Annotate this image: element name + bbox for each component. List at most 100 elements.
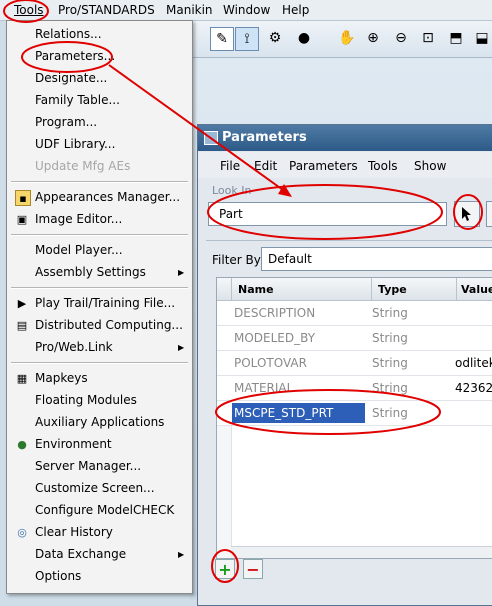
zoom-out-icon[interactable]: ⊖ xyxy=(390,27,412,49)
submenu-arrow-icon: ▶ xyxy=(178,550,185,559)
menu-item-environment[interactable]: Environment xyxy=(35,437,112,451)
select-model-button[interactable] xyxy=(454,201,480,227)
column-header-name[interactable]: Name xyxy=(232,278,372,301)
table-row[interactable]: MATERIAL String 423622 xyxy=(217,376,492,401)
param-name: MODELED_BY xyxy=(234,331,316,345)
view-manager-icon[interactable]: ⬓ xyxy=(471,27,492,49)
parameters-table: Name Type Value DESCRIPTION String MODEL… xyxy=(216,277,492,559)
image-editor-icon: ▣ xyxy=(16,212,28,226)
menu-item-assembly-settings[interactable]: Assembly Settings xyxy=(35,265,146,279)
menu-item-options[interactable]: Options xyxy=(35,569,81,583)
menubar: Tools Pro/STANDARDS Manikin Window Help xyxy=(0,0,492,21)
play-trail-icon: ▶ xyxy=(17,296,27,310)
menu-item-data-exchange[interactable]: Data Exchange xyxy=(35,547,126,561)
window-icon xyxy=(204,131,218,145)
minus-icon: − xyxy=(246,559,260,579)
look-in-value: Part xyxy=(219,207,243,221)
dialog-menu-show[interactable]: Show xyxy=(414,159,446,173)
axis-icon[interactable]: ⚙ xyxy=(264,27,286,49)
column-type-label: Type xyxy=(378,282,407,296)
dialog-menu-file[interactable]: File xyxy=(220,159,240,173)
submenu-arrow-icon: ▶ xyxy=(178,343,185,352)
environment-icon: ● xyxy=(17,437,27,451)
param-value[interactable]: 423622 xyxy=(455,381,492,395)
mapkeys-icon: ▦ xyxy=(16,371,28,385)
datum-icon[interactable]: ⟟ xyxy=(235,27,259,51)
table-row[interactable]: DESCRIPTION String xyxy=(217,301,492,326)
dialog-menu-edit[interactable]: Edit xyxy=(254,159,277,173)
plus-icon: + xyxy=(218,559,232,579)
menu-manikin[interactable]: Manikin xyxy=(166,3,213,17)
param-name: POLOTOVAR xyxy=(234,356,307,370)
param-name: DESCRIPTION xyxy=(234,306,316,320)
menu-item-floating-modules[interactable]: Floating Modules xyxy=(35,393,137,407)
orient-icon[interactable]: ⬒ xyxy=(445,27,467,49)
divider xyxy=(206,240,492,241)
cursor-icon xyxy=(462,207,471,221)
menu-item-distributed-computing[interactable]: Distributed Computing... xyxy=(35,318,183,332)
table-row[interactable]: MODELED_BY String xyxy=(217,326,492,351)
menu-item-image-editor[interactable]: Image Editor... xyxy=(35,212,122,226)
menu-item-appearances-manager[interactable]: Appearances Manager... xyxy=(35,190,180,204)
look-in-field[interactable]: Part xyxy=(208,202,447,226)
menu-separator xyxy=(11,181,188,183)
menu-item-configure-modelcheck[interactable]: Configure ModelCHECK xyxy=(35,503,174,517)
menu-item-clear-history[interactable]: Clear History xyxy=(35,525,113,539)
param-type: String xyxy=(372,331,408,345)
menu-item-parameters[interactable]: Parameters... xyxy=(35,49,115,63)
appearance-icon: ▪ xyxy=(15,190,31,206)
menu-item-model-player[interactable]: Model Player... xyxy=(35,243,123,257)
menu-item-family-table[interactable]: Family Table... xyxy=(35,93,120,107)
menu-item-server-manager[interactable]: Server Manager... xyxy=(35,459,141,473)
param-type: String xyxy=(372,381,408,395)
refit-icon[interactable]: ⊡ xyxy=(417,27,439,49)
menu-separator xyxy=(11,362,188,364)
menu-pro-standards[interactable]: Pro/STANDARDS xyxy=(58,3,155,17)
dialog-menu-parameters[interactable]: Parameters xyxy=(289,159,358,173)
horizontal-scrollbar[interactable] xyxy=(231,546,492,558)
menu-item-auxiliary-applications[interactable]: Auxiliary Applications xyxy=(35,415,164,429)
param-name[interactable]: MSCPE_STD_PRT xyxy=(234,406,333,420)
look-in-extra-button[interactable] xyxy=(486,201,492,227)
clear-history-icon: ◎ xyxy=(17,525,27,539)
menu-item-designate[interactable]: Designate... xyxy=(35,71,107,85)
add-parameter-button[interactable]: + xyxy=(215,559,235,579)
menu-item-relations[interactable]: Relations... xyxy=(35,27,102,41)
pan-icon[interactable]: ✋ xyxy=(336,27,358,49)
main-toolbar: ✎ ⟟ ⚙ ● ✋ ⊕ ⊖ ⊡ ⬒ ⬓ xyxy=(190,21,492,58)
menu-help[interactable]: Help xyxy=(282,3,309,17)
menu-item-play-trail[interactable]: Play Trail/Training File... xyxy=(35,296,175,310)
param-value[interactable]: odlitek xyxy=(455,356,492,370)
row-header-column xyxy=(217,426,232,558)
table-row[interactable]: POLOTOVAR String odlitek xyxy=(217,351,492,376)
menu-item-customize-screen[interactable]: Customize Screen... xyxy=(35,481,155,495)
filter-by-label: Filter By xyxy=(212,253,261,267)
column-header-value[interactable]: Value xyxy=(457,278,492,301)
menu-item-udf-library[interactable]: UDF Library... xyxy=(35,137,115,151)
param-type: String xyxy=(372,356,408,370)
param-name: MATERIAL xyxy=(234,381,294,395)
filter-by-select[interactable]: Default xyxy=(261,247,492,271)
column-header-type[interactable]: Type xyxy=(372,278,457,301)
column-value-label: Value xyxy=(461,282,492,296)
menu-tools[interactable]: Tools xyxy=(14,3,44,17)
menu-window[interactable]: Window xyxy=(223,3,270,17)
param-type: String xyxy=(372,306,408,320)
menu-item-program[interactable]: Program... xyxy=(35,115,97,129)
menu-item-update-mfg-aes: Update Mfg AEs xyxy=(35,159,131,173)
column-name-label: Name xyxy=(238,282,274,296)
look-in-label: Look In xyxy=(212,184,252,197)
remove-parameter-button[interactable]: − xyxy=(243,559,263,579)
menu-item-mapkeys[interactable]: Mapkeys xyxy=(35,371,88,385)
menu-item-pro-web-link[interactable]: Pro/Web.Link xyxy=(35,340,113,354)
shade-icon[interactable]: ● xyxy=(293,27,315,49)
zoom-in-icon[interactable]: ⊕ xyxy=(362,27,384,49)
table-row-selected[interactable]: MSCPE_STD_PRT String xyxy=(217,401,492,426)
dialog-menu-tools[interactable]: Tools xyxy=(368,159,398,173)
sketch-icon[interactable]: ✎ xyxy=(210,27,234,51)
filter-by-value: Default xyxy=(268,252,312,266)
dialog-menubar: File Edit Parameters Tools Show xyxy=(198,152,492,178)
dialog-title: Parameters xyxy=(222,130,307,145)
parameters-dialog: Parameters File Edit Parameters Tools Sh… xyxy=(197,124,492,606)
menu-separator xyxy=(11,287,188,289)
